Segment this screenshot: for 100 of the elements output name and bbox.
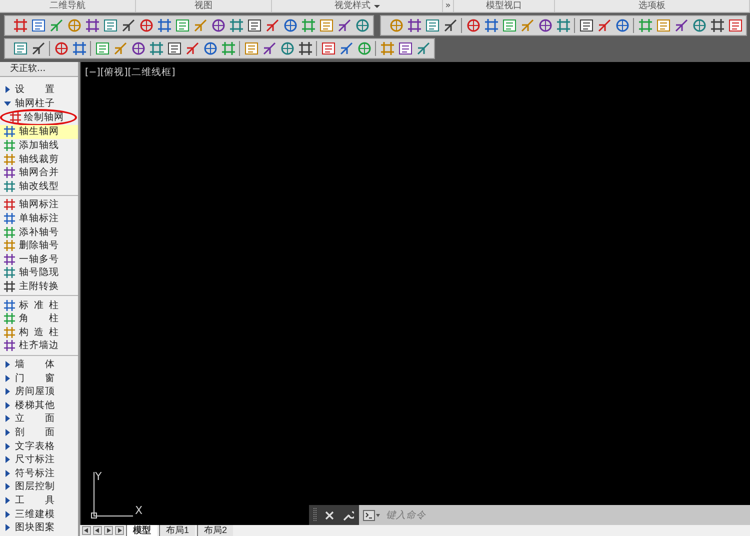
sidebar-item[interactable]: 添加轴线	[0, 138, 78, 152]
sidebar-item[interactable]: 删除轴号	[0, 238, 78, 253]
sidebar-folder[interactable]: 墙 体	[0, 358, 78, 372]
ribbon-panel-title[interactable]: 视觉样式	[272, 0, 443, 12]
toolbar-button[interactable]	[577, 16, 595, 34]
sidebar-folder[interactable]: 房间屋顶	[0, 384, 78, 398]
sidebar-folder[interactable]: 图层控制	[0, 480, 78, 494]
ribbon-panel-title[interactable]: 视图	[136, 0, 272, 12]
sidebar-folder[interactable]: 立 面	[0, 412, 78, 426]
tool-icon	[282, 18, 298, 33]
layout-tab[interactable]: 布局1	[159, 525, 196, 536]
expand-triangle-icon[interactable]	[4, 86, 11, 94]
toolbar-button[interactable]	[396, 40, 414, 58]
tool-icon	[202, 41, 218, 56]
tool-icon	[320, 41, 336, 56]
ribbon-panel-title[interactable]: 二维导航	[0, 0, 136, 12]
command-icon	[10, 112, 21, 124]
sidebar-folder[interactable]: 轴网柱子	[0, 96, 78, 110]
sidebar-item[interactable]: 柱齐墙边	[0, 339, 78, 353]
drawing-canvas[interactable]: [−][俯视][二维线框] Y X 键入命令	[80, 62, 750, 525]
tool-icon	[638, 18, 652, 33]
toolbar-button[interactable]	[423, 16, 441, 34]
tool-icon	[192, 18, 208, 33]
layout-tab[interactable]: 布局2	[197, 525, 234, 536]
command-input-field[interactable]: 键入命令	[384, 505, 750, 525]
sidebar-folder[interactable]: 尺寸标注	[0, 452, 78, 466]
tool-icon	[538, 18, 552, 33]
tool-icon	[12, 18, 28, 33]
tool-icon	[148, 41, 164, 56]
sidebar-folder[interactable]: 三维建模	[0, 507, 78, 521]
command-icon	[4, 154, 15, 165]
tool-icon	[220, 41, 236, 56]
toolbar-button[interactable]	[319, 40, 337, 58]
tool-icon	[728, 18, 742, 33]
tool-icon	[112, 41, 128, 56]
command-icon	[4, 281, 15, 292]
tool-icon	[380, 41, 394, 56]
toolbar-button[interactable]	[296, 40, 314, 58]
command-icon	[4, 326, 15, 338]
toolbar-button[interactable]	[11, 40, 29, 58]
sidebar-item[interactable]: 一轴多号	[0, 252, 78, 266]
sidebar-item[interactable]: 轴网合并	[0, 166, 78, 180]
sidebar-folder[interactable]: 设 置	[0, 83, 78, 97]
toolbar-button[interactable]	[101, 16, 119, 34]
sidebar-item[interactable]: 轴网标注	[0, 198, 78, 212]
tool-icon	[210, 18, 226, 33]
tool-icon	[692, 18, 706, 33]
sidebar-item[interactable]: 单轴标注	[0, 212, 78, 226]
toolbar-button[interactable]	[29, 16, 47, 34]
tool-icon	[416, 41, 430, 56]
tab-nav-button[interactable]	[82, 526, 91, 535]
grip-icon[interactable]	[312, 508, 318, 522]
tool-icon	[138, 18, 154, 33]
sidebar-item[interactable]: 构 造 柱	[0, 326, 78, 340]
command-icon	[4, 313, 15, 324]
panel-title-text: 模型视口	[486, 0, 522, 12]
tool-icon	[244, 41, 258, 56]
sidebar-item[interactable]: 轴生轴网	[0, 125, 78, 139]
prompt-icon[interactable]	[363, 510, 381, 520]
sidebar-folder[interactable]: 图块图案	[0, 520, 78, 534]
tool-icon	[674, 18, 688, 33]
tool-icon	[54, 41, 68, 56]
sidebar-item[interactable]: 角 柱	[0, 312, 78, 326]
sidebar-item[interactable]: 轴线裁剪	[0, 152, 78, 166]
sidebar-item[interactable]: 添补轴号	[0, 225, 78, 239]
tool-icon	[228, 18, 244, 33]
sidebar-item[interactable]: 轴号隐现	[0, 266, 78, 280]
sidebar-folder[interactable]: 楼梯其他	[0, 398, 78, 412]
viewport-label[interactable]: [−][俯视][二维线框]	[85, 66, 176, 79]
tool-icon	[556, 18, 570, 33]
toolbar-button[interactable]	[708, 16, 726, 34]
tool-icon	[484, 18, 498, 33]
tab-nav-button[interactable]	[93, 526, 102, 535]
command-icon	[4, 199, 15, 210]
sidebar-folder[interactable]: 门 窗	[0, 371, 78, 385]
close-icon[interactable]	[325, 510, 334, 520]
tool-icon	[48, 18, 64, 33]
command-icon	[4, 300, 15, 311]
tab-nav-button[interactable]	[115, 526, 124, 535]
ribbon-panel-title[interactable]: 模型视口	[454, 0, 555, 12]
ribbon-panel-title[interactable]: 选项板	[555, 0, 750, 12]
sidebar-item[interactable]: 标 准 柱	[0, 298, 78, 312]
sidebar-item[interactable]: 轴改线型	[0, 180, 78, 194]
toolbar-button[interactable]	[405, 16, 423, 34]
sidebar-folder[interactable]: 工 具	[0, 494, 78, 508]
collapse-triangle-icon[interactable]	[4, 100, 11, 107]
sidebar-folder[interactable]: 符号标注	[0, 466, 78, 480]
sidebar-folder[interactable]: 剖 面	[0, 426, 78, 440]
toolbar-button[interactable]	[726, 16, 744, 34]
ribbon-panel-title[interactable]: »	[443, 0, 454, 12]
axis-label: Y	[95, 470, 102, 483]
command-icon	[4, 267, 15, 278]
tab-nav-button[interactable]	[104, 526, 113, 535]
toolbar-button[interactable]	[245, 16, 263, 34]
layout-tab[interactable]: 模型	[126, 525, 157, 536]
sidebar-item[interactable]: 主附转换	[0, 280, 78, 294]
command-icon	[4, 180, 15, 192]
sidebar-folder[interactable]: 文字表格	[0, 439, 78, 453]
toolbar-button[interactable]	[165, 40, 183, 58]
toolbar-button[interactable]	[83, 16, 101, 34]
